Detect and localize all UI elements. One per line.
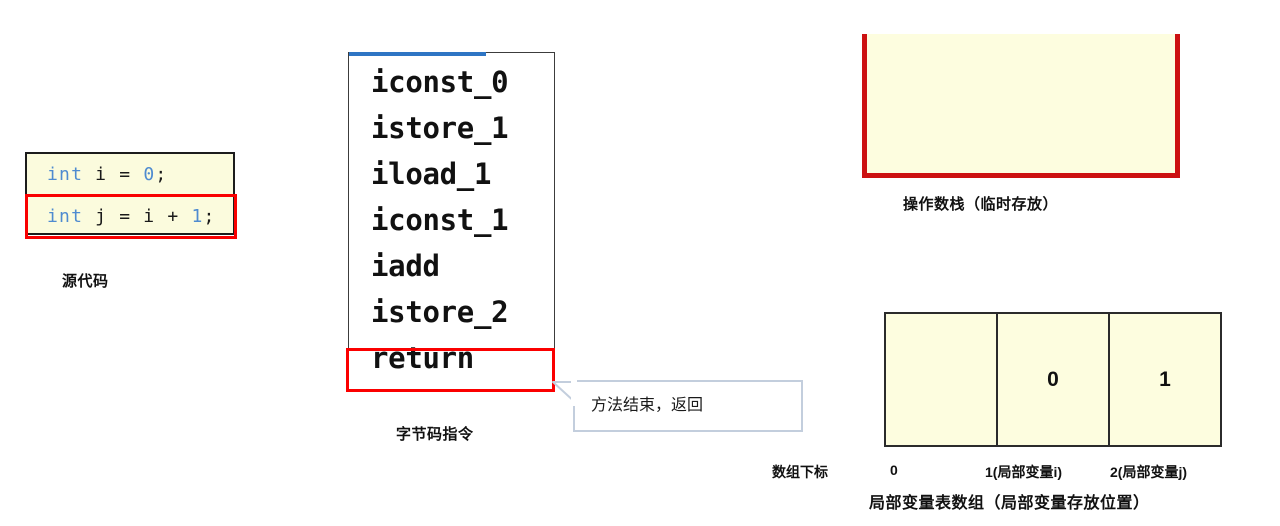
local-variable-cell-0 bbox=[884, 314, 996, 445]
source-code-panel: int i = 0; int j = i + 1; bbox=[25, 152, 237, 239]
source-literal: 1 bbox=[191, 206, 204, 227]
source-terminator: ; bbox=[155, 164, 168, 185]
bytecode-panel: iconst_0 istore_1 iload_1 iconst_1 iadd … bbox=[348, 52, 555, 392]
source-code-line-1: int i = 0; bbox=[27, 154, 233, 195]
source-keyword: int bbox=[47, 206, 84, 227]
local-variable-table: 0 1 bbox=[884, 312, 1222, 447]
bytecode-instruction-list: iconst_0 istore_1 iload_1 iconst_1 iadd … bbox=[349, 59, 554, 381]
source-code-caption: 源代码 bbox=[62, 273, 109, 290]
array-index-label-1: 1(局部变量i) bbox=[985, 464, 1062, 480]
source-keyword: int bbox=[47, 164, 84, 185]
operand-stack-caption: 操作数栈（临时存放） bbox=[903, 196, 1059, 213]
bytecode-instruction: iconst_0 bbox=[371, 65, 509, 99]
bytecode-caption: 字节码指令 bbox=[396, 426, 474, 443]
bytecode-instruction: istore_2 bbox=[371, 295, 509, 329]
diagram-canvas: int i = 0; int j = i + 1; 源代码 iconst_0 i… bbox=[0, 0, 1280, 526]
callout-tail-icon bbox=[552, 380, 577, 406]
operand-stack-box bbox=[862, 34, 1180, 178]
callout-text: 方法结束，返回 bbox=[591, 397, 704, 414]
array-index-axis-title: 数组下标 bbox=[772, 464, 828, 480]
callout-bubble: 方法结束，返回 bbox=[552, 380, 803, 432]
bytecode-instruction: iconst_1 bbox=[371, 203, 509, 237]
local-variable-cell-1: 0 bbox=[996, 314, 1108, 445]
source-expression: j = i + bbox=[83, 206, 192, 227]
array-index-label-2: 2(局部变量j) bbox=[1110, 464, 1187, 480]
bytecode-instruction-highlighted: return bbox=[371, 341, 474, 375]
array-index-label-0: 0 bbox=[890, 462, 898, 478]
bytecode-accent-bar bbox=[349, 52, 487, 56]
source-literal: 0 bbox=[143, 164, 156, 185]
source-expression: i = bbox=[83, 164, 144, 185]
bytecode-instruction: iadd bbox=[371, 249, 440, 283]
bytecode-instruction: istore_1 bbox=[371, 111, 509, 145]
bytecode-instruction: iload_1 bbox=[371, 157, 492, 191]
local-variable-cell-2: 1 bbox=[1108, 314, 1222, 445]
source-terminator: ; bbox=[203, 206, 216, 227]
source-code-line-2-highlighted: int j = i + 1; bbox=[25, 194, 237, 239]
local-variable-table-caption: 局部变量表数组（局部变量存放位置） bbox=[869, 495, 1150, 512]
